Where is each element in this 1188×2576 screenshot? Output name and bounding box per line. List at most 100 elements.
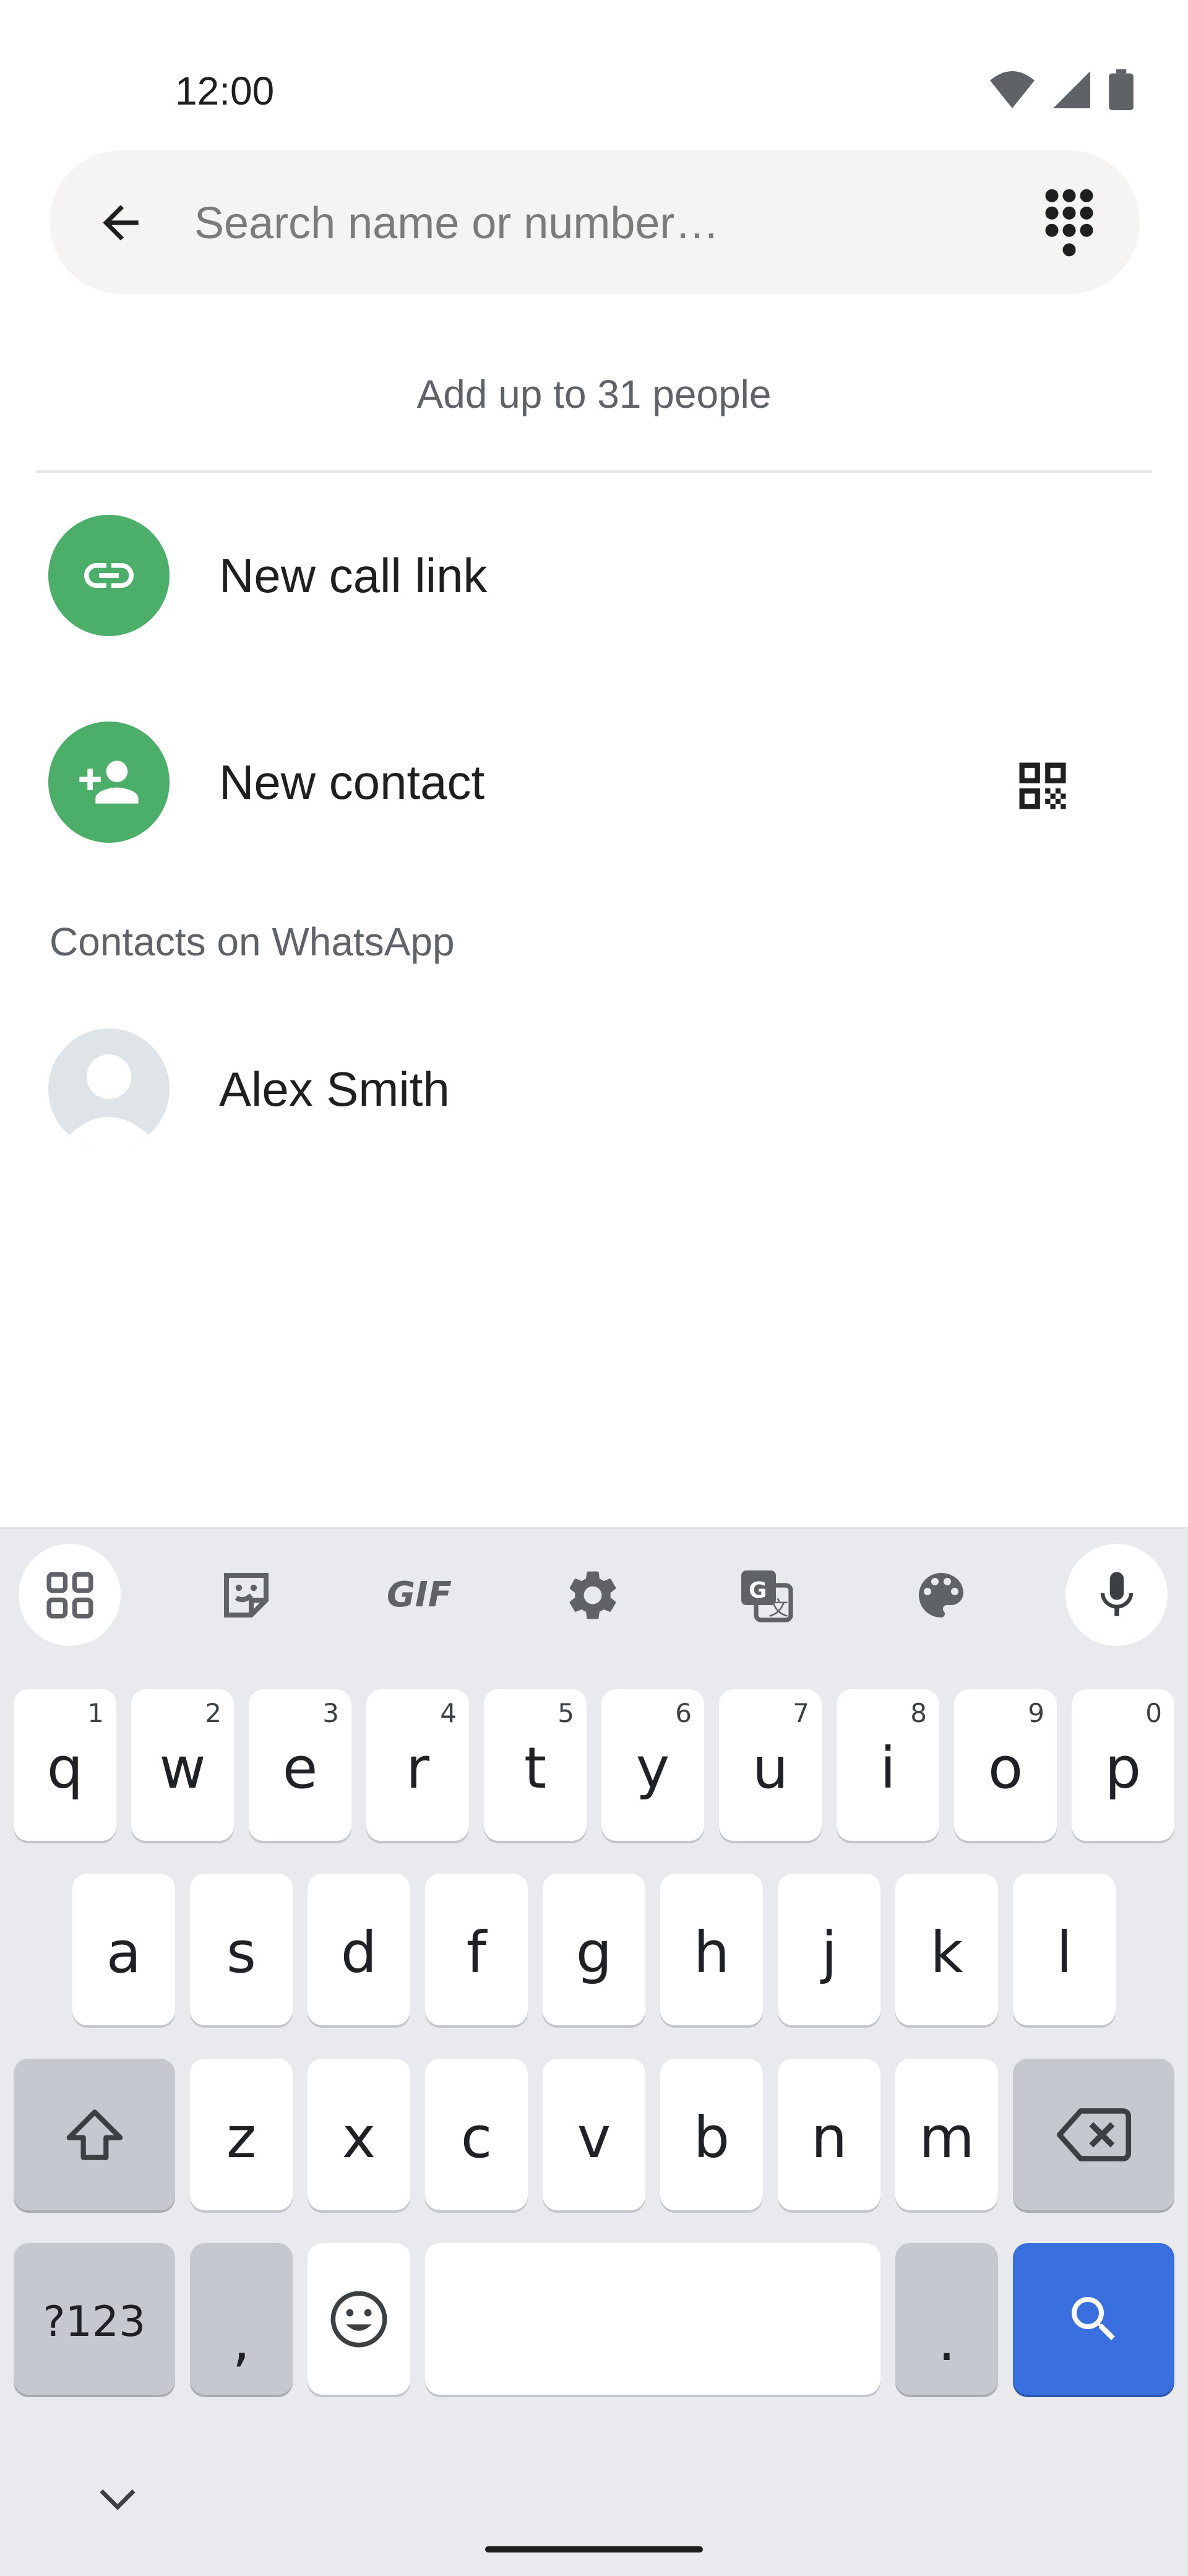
key-hint: 2 (205, 1698, 222, 1728)
key-label: b (693, 2104, 730, 2171)
apps-grid-button[interactable] (19, 1544, 121, 1646)
symbols-key[interactable]: ?123 (14, 2243, 175, 2395)
voice-input-button[interactable] (1065, 1544, 1168, 1646)
key-i[interactable]: 8i (837, 1689, 939, 1841)
search-icon (1071, 2296, 1115, 2340)
svg-text:G: G (749, 1578, 767, 1603)
key-label: v (577, 2104, 611, 2171)
key-label: z (226, 2104, 257, 2171)
key-e[interactable]: 3e (249, 1689, 351, 1841)
key-u[interactable]: 7u (719, 1689, 822, 1841)
key-q[interactable]: 1q (14, 1689, 116, 1841)
sticker-button[interactable] (195, 1544, 297, 1646)
key-label: r (406, 1735, 429, 1801)
new-contact-row[interactable]: New contact (0, 720, 965, 844)
battery-icon (1109, 69, 1134, 110)
chevron-down-icon (100, 2489, 136, 2510)
cellular-signal-icon (1053, 71, 1090, 108)
new-call-link-row[interactable]: New call link (0, 514, 1188, 637)
key-j[interactable]: j (778, 1874, 880, 2025)
theme-button[interactable] (890, 1544, 992, 1646)
key-label: t (523, 1735, 547, 1801)
palette-icon (918, 1572, 963, 1618)
key-label: x (342, 2104, 376, 2171)
period-key[interactable]: . (895, 2243, 998, 2395)
link-icon-circle (48, 515, 170, 636)
back-button[interactable] (87, 189, 155, 257)
key-r[interactable]: 4r (366, 1689, 469, 1841)
key-hint: 1 (87, 1698, 104, 1728)
key-l[interactable]: l (1013, 1874, 1116, 2025)
status-time: 12:00 (175, 69, 275, 113)
key-label: o (988, 1735, 1023, 1801)
key-g[interactable]: g (543, 1874, 645, 2025)
add-person-icon (79, 760, 139, 804)
link-icon (84, 563, 134, 588)
key-z[interactable]: z (190, 2059, 293, 2210)
contact-row[interactable]: Alex Smith (0, 1027, 1188, 1151)
settings-button[interactable] (541, 1544, 644, 1646)
key-hint: 9 (1028, 1698, 1044, 1728)
hide-keyboard-button[interactable] (96, 2484, 139, 2518)
key-w[interactable]: 2w (131, 1689, 234, 1841)
key-c[interactable]: c (425, 2059, 528, 2210)
key-f[interactable]: f (425, 1874, 528, 2025)
gif-button[interactable]: GIF (368, 1544, 470, 1646)
emoji-key[interactable] (308, 2243, 410, 2395)
arrow-back-icon (103, 205, 139, 241)
search-action-key[interactable] (1013, 2243, 1174, 2395)
comma-key[interactable]: , (190, 2243, 293, 2395)
key-h[interactable]: h (660, 1874, 763, 2025)
key-x[interactable]: x (308, 2059, 410, 2210)
translate-button[interactable]: G文 (715, 1544, 817, 1646)
key-hint: 8 (910, 1698, 927, 1728)
key-d[interactable]: d (308, 1874, 410, 2025)
dialpad-button[interactable] (1032, 183, 1106, 263)
qr-code-button[interactable] (1002, 746, 1083, 826)
key-v[interactable]: v (543, 2059, 645, 2210)
key-a[interactable]: a (72, 1874, 175, 2025)
key-m[interactable]: m (895, 2059, 998, 2210)
new-contact-label: New contact (219, 755, 485, 809)
key-o[interactable]: 9o (954, 1689, 1057, 1841)
key-hint: 7 (793, 1698, 809, 1728)
key-label: k (930, 1919, 963, 1986)
key-label: e (282, 1735, 318, 1801)
translate-icon: G文 (741, 1570, 793, 1622)
key-label: d (340, 1919, 377, 1986)
gif-label: GIF (386, 1575, 452, 1615)
key-label: g (575, 1919, 613, 1986)
key-label: j (821, 1919, 837, 1986)
space-key[interactable] (425, 2243, 880, 2395)
key-label: p (1104, 1735, 1142, 1801)
key-label: , (232, 2307, 251, 2374)
key-label: i (880, 1735, 896, 1801)
key-p[interactable]: 0p (1072, 1689, 1174, 1841)
search-input[interactable] (193, 186, 1000, 261)
key-label: s (226, 1919, 256, 1986)
backspace-key[interactable] (1013, 2059, 1174, 2210)
default-avatar-icon (67, 1054, 151, 1150)
divider (36, 470, 1152, 473)
home-indicator[interactable] (485, 2546, 703, 2552)
key-n[interactable]: n (778, 2059, 880, 2210)
key-b[interactable]: b (660, 2059, 763, 2210)
settings-icon (569, 1571, 616, 1619)
key-y[interactable]: 6y (601, 1689, 704, 1841)
key-hint: 3 (322, 1698, 339, 1728)
wifi-icon (990, 71, 1035, 108)
key-hint: 0 (1145, 1698, 1162, 1728)
key-label: h (693, 1919, 730, 1986)
participant-limit-hint: Add up to 31 people (416, 372, 772, 416)
key-hint: 5 (557, 1698, 574, 1728)
key-t[interactable]: 5t (484, 1689, 587, 1841)
key-hint: 4 (440, 1698, 457, 1728)
shift-key[interactable] (14, 2059, 175, 2210)
key-k[interactable]: k (895, 1874, 998, 2025)
key-s[interactable]: s (190, 1874, 293, 2025)
keyboard (0, 1527, 1188, 2576)
key-label: a (106, 1919, 142, 1986)
shift-icon (66, 2109, 123, 2160)
key-label: c (460, 2104, 493, 2171)
key-hint: 6 (675, 1698, 692, 1728)
